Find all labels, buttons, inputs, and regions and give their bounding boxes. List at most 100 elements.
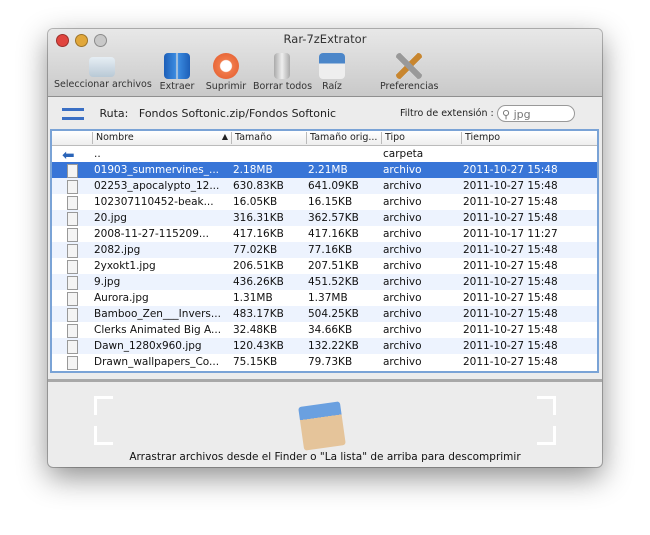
row-size: 32.48KB xyxy=(233,324,278,336)
table-row[interactable]: 9.jpg 436.26KB 451.52KB archivo 2011-10-27 1… xyxy=(52,274,597,290)
jpg-file-icon xyxy=(67,180,78,194)
row-name: 102307110452-beak... xyxy=(94,196,214,208)
jpg-file-icon xyxy=(67,244,78,258)
table-row[interactable]: Dawn_1280x960.jpg 120.43KB 132.22KB archivo… xyxy=(52,338,597,354)
column-header-name[interactable]: Nombre ▲ xyxy=(92,132,232,144)
row-time: 2011-10-27 15:48 xyxy=(463,340,558,352)
filter-value: jpg xyxy=(513,108,531,121)
row-original-size: 1.37MB xyxy=(308,292,348,304)
row-size: 206.51KB xyxy=(233,260,284,272)
root-button[interactable]: Raíz xyxy=(316,53,348,92)
row-time: 2011-10-27 15:48 xyxy=(463,308,558,320)
table-row[interactable]: 20.jpg 316.31KB 362.57KB archivo 2011-10-27 … xyxy=(52,210,597,226)
table-row[interactable]: 2008-11-27-115209... 417.16KB 417.16KB arch… xyxy=(52,226,597,242)
preferences-button[interactable]: Preferencias xyxy=(380,53,439,92)
row-name: 20.jpg xyxy=(94,212,127,224)
label: Preferencias xyxy=(380,81,439,92)
table-row[interactable]: 102307110452-beak... 16.05KB 16.15KB archiv… xyxy=(52,194,597,210)
delete-button[interactable]: Suprimir xyxy=(204,53,248,92)
row-original-size: 79.73KB xyxy=(308,356,353,368)
clear-all-button[interactable]: Borrar todos xyxy=(253,53,312,92)
jpg-file-icon xyxy=(67,356,78,370)
extension-filter-input[interactable]: ⚲ jpg xyxy=(497,105,575,122)
tools-icon xyxy=(396,53,422,79)
row-original-size: 451.52KB xyxy=(308,276,359,288)
row-size: 1.31MB xyxy=(233,292,273,304)
row-time: 2011-10-27 15:48 xyxy=(463,276,558,288)
list-view-icon[interactable] xyxy=(62,108,84,120)
row-type: archivo xyxy=(383,164,422,176)
extract-button[interactable]: Extraer xyxy=(156,53,198,92)
row-size: 75.15KB xyxy=(233,356,278,368)
row-original-size: 362.57KB xyxy=(308,212,359,224)
file-table[interactable]: Nombre ▲ Tamaño Tamaño orig... Tipo Tiemp… xyxy=(50,129,599,373)
table-row[interactable]: Drawn_wallpapers_Co... 75.15KB 79.73KB arch… xyxy=(52,354,597,370)
jpg-file-icon xyxy=(67,340,78,354)
label: Seleccionar archivos xyxy=(54,79,152,90)
table-header: Nombre ▲ Tamaño Tamaño orig... Tipo Tiemp… xyxy=(52,131,597,146)
drop-zone-message: Arrastrar archivos desde el Finder o "La… xyxy=(129,451,521,463)
row-size: 483.17KB xyxy=(233,308,284,320)
column-header-time[interactable]: Tiempo xyxy=(461,132,500,144)
row-original-size: 207.51KB xyxy=(308,260,359,272)
row-size: 417.16KB xyxy=(233,228,284,240)
row-time: 2011-10-27 15:48 xyxy=(463,292,558,304)
trash-icon xyxy=(274,53,290,79)
row-name: 2yxokt1.jpg xyxy=(94,260,156,272)
row-type: archivo xyxy=(383,308,422,320)
path-value: Fondos Softonic.zip/Fondos Softonic xyxy=(138,107,337,120)
table-row[interactable]: Clerks Animated Big A... 32.48KB 34.66KB ar… xyxy=(52,322,597,338)
row-time: 2011-10-27 15:48 xyxy=(463,164,558,176)
jpg-file-icon xyxy=(67,292,78,306)
row-name: 01903_summervines_... xyxy=(94,164,219,176)
row-original-size: 2.21MB xyxy=(308,164,348,176)
row-size: 77.02KB xyxy=(233,244,278,256)
column-header-type[interactable]: Tipo xyxy=(381,132,405,144)
row-type: archivo xyxy=(383,196,422,208)
archive-box-icon xyxy=(298,401,346,451)
row-original-size: 77.16KB xyxy=(308,244,353,256)
row-name: Aurora.jpg xyxy=(94,292,149,304)
row-type: archivo xyxy=(383,212,422,224)
row-time: 2011-10-17 11:27 xyxy=(463,228,558,240)
drop-zone[interactable]: Arrastrar archivos desde el Finder o "La… xyxy=(48,379,602,467)
row-size: 630.83KB xyxy=(233,180,284,192)
column-header-size[interactable]: Tamaño xyxy=(231,132,272,144)
home-icon xyxy=(319,53,345,79)
table-row[interactable]: 02253_apocalypto_12... 630.83KB 641.09KB ar… xyxy=(52,178,597,194)
row-original-size: 132.22KB xyxy=(308,340,359,352)
row-size: 2.18MB xyxy=(233,164,273,176)
window-title: Rar-7zExtrator xyxy=(283,32,367,46)
app-window: Rar-7zExtrator Seleccionar archivos Extr… xyxy=(48,29,602,467)
row-original-size: 504.25KB xyxy=(308,308,359,320)
row-original-size: 16.15KB xyxy=(308,196,353,208)
row-name: 9.jpg xyxy=(94,276,121,288)
search-icon: ⚲ xyxy=(502,108,511,121)
row-type: archivo xyxy=(383,324,422,336)
row-type: archivo xyxy=(383,244,422,256)
extract-zip-icon xyxy=(164,53,190,79)
row-name: .. xyxy=(94,148,101,160)
row-name: 2082.jpg xyxy=(94,244,141,256)
row-name: Clerks Animated Big A... xyxy=(94,324,222,336)
parent-folder-row[interactable]: ⬅ .. carpeta xyxy=(52,146,597,164)
row-size: 436.26KB xyxy=(233,276,284,288)
row-type: archivo xyxy=(383,276,422,288)
table-row[interactable]: 01903_summervines_... 2.18MB 2.21MB archivo… xyxy=(52,162,597,178)
table-row[interactable]: Bamboo_Zen___Invers... 483.17KB 504.25KB ar… xyxy=(52,306,597,322)
row-name: 2008-11-27-115209... xyxy=(94,228,209,240)
jpg-file-icon xyxy=(67,212,78,226)
label: Raíz xyxy=(322,81,342,92)
table-row[interactable]: Aurora.jpg 1.31MB 1.37MB archivo 2011-10-27 … xyxy=(52,290,597,306)
row-type: archivo xyxy=(383,340,422,352)
row-type: archivo xyxy=(383,356,422,368)
corner xyxy=(94,426,113,445)
column-header-original-size[interactable]: Tamaño orig... xyxy=(306,132,377,144)
row-size: 16.05KB xyxy=(233,196,278,208)
jpg-file-icon xyxy=(67,228,78,242)
row-size: 120.43KB xyxy=(233,340,284,352)
table-row[interactable]: 2082.jpg 77.02KB 77.16KB archivo 2011-10-27 … xyxy=(52,242,597,258)
table-row[interactable]: 2yxokt1.jpg 206.51KB 207.51KB archivo 2011-1… xyxy=(52,258,597,274)
row-time: 2011-10-27 15:48 xyxy=(463,196,558,208)
select-files-button[interactable]: Seleccionar archivos xyxy=(54,53,152,90)
